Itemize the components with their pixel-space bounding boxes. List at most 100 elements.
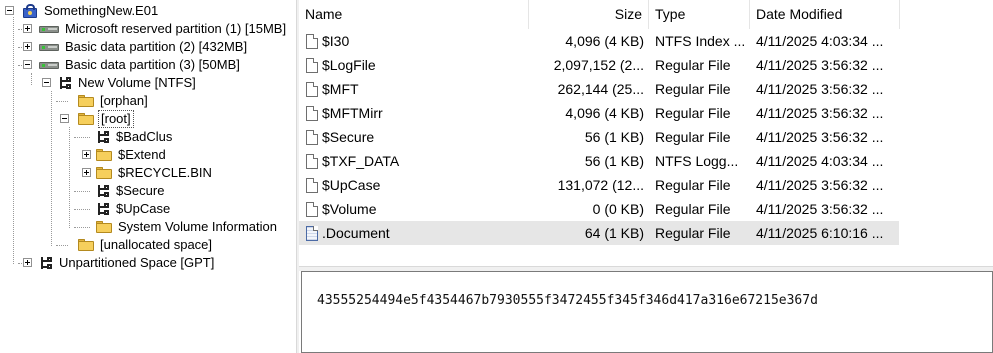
tree-guide-line bbox=[13, 17, 14, 264]
tree-item-partition-1[interactable]: Microsoft reserved partition (1) [15MB] bbox=[39, 20, 288, 38]
stream-tree-icon bbox=[96, 130, 110, 144]
file-row[interactable]: $MFTMirr 4,096 (4 KB) Regular File 4/11/… bbox=[299, 101, 899, 125]
tree-guide-line bbox=[74, 227, 90, 228]
tree-item-label: Microsoft reserved partition (1) [15MB] bbox=[65, 21, 287, 36]
drive-icon bbox=[39, 25, 59, 34]
file-icon bbox=[306, 154, 318, 169]
file-size: 4,096 (4 KB) bbox=[565, 105, 644, 121]
file-date-modified: 4/11/2025 4:03:34 ... bbox=[756, 33, 884, 49]
tree-item-label: $UpCase bbox=[116, 201, 171, 216]
expand-toggle-icon[interactable] bbox=[23, 24, 32, 33]
tree-guide-line bbox=[74, 209, 90, 210]
stream-tree-icon bbox=[96, 184, 110, 198]
folder-icon bbox=[96, 167, 112, 179]
file-row[interactable]: $Volume 0 (0 KB) Regular File 4/11/2025 … bbox=[299, 197, 899, 221]
tree-item-label: [orphan] bbox=[100, 93, 148, 108]
folder-icon bbox=[78, 95, 94, 107]
tree-item-recycle-bin[interactable]: $RECYCLE.BIN bbox=[96, 164, 214, 182]
tree-item-label: [unallocated space] bbox=[100, 237, 213, 252]
file-row[interactable]: $MFT 262,144 (25... Regular File 4/11/20… bbox=[299, 77, 899, 101]
file-icon bbox=[306, 106, 318, 121]
file-row[interactable]: $I30 4,096 (4 KB) NTFS Index ... 4/11/20… bbox=[299, 29, 899, 53]
tree-item-label: $Extend bbox=[118, 147, 166, 162]
file-date-modified: 4/11/2025 4:03:34 ... bbox=[756, 153, 884, 169]
tree-item-unallocated-space[interactable]: [unallocated space] bbox=[78, 236, 214, 254]
tree-item-unpartitioned-space[interactable]: Unpartitioned Space [GPT] bbox=[39, 254, 216, 272]
column-header-size[interactable]: Size bbox=[529, 0, 649, 29]
folder-icon bbox=[96, 149, 112, 161]
expand-toggle-icon[interactable] bbox=[82, 168, 91, 177]
folder-icon bbox=[96, 221, 112, 233]
file-size: 56 (1 KB) bbox=[584, 153, 644, 169]
file-row[interactable]: $LogFile 2,097,152 (2... Regular File 4/… bbox=[299, 53, 899, 77]
tree-item-label: SomethingNew.E01 bbox=[44, 3, 159, 18]
content-viewer[interactable]: 43555254494e5f4354467b7930555f3472455f34… bbox=[301, 271, 993, 353]
file-type: Regular File bbox=[655, 129, 731, 145]
tree-item-volume[interactable]: New Volume [NTFS] bbox=[58, 74, 198, 92]
file-type: Regular File bbox=[655, 81, 731, 97]
file-type: Regular File bbox=[655, 57, 731, 73]
file-size: 0 (0 KB) bbox=[592, 201, 644, 217]
file-list[interactable]: Name Size Type Date Modified $I30 4,096 … bbox=[299, 0, 993, 266]
column-header-name[interactable]: Name bbox=[299, 0, 529, 29]
file-size: 2,097,152 (2... bbox=[553, 57, 644, 73]
tree-item-system-volume-information[interactable]: System Volume Information bbox=[96, 218, 279, 236]
tree-guide-line bbox=[56, 101, 68, 102]
collapse-toggle-icon[interactable] bbox=[60, 114, 69, 123]
open-folder-icon bbox=[78, 113, 94, 125]
file-row-selected[interactable]: .Document 64 (1 KB) Regular File 4/11/20… bbox=[299, 221, 899, 245]
file-size: 262,144 (25... bbox=[557, 81, 644, 97]
drive-icon bbox=[39, 43, 59, 52]
tree-guide-line bbox=[69, 127, 70, 228]
file-date-modified: 4/11/2025 3:56:32 ... bbox=[756, 201, 884, 217]
tree-item-label: Unpartitioned Space [GPT] bbox=[59, 255, 215, 270]
file-icon bbox=[306, 202, 318, 217]
file-type: Regular File bbox=[655, 105, 731, 121]
tree-guide-line bbox=[51, 91, 52, 246]
file-size: 4,096 (4 KB) bbox=[565, 33, 644, 49]
expand-toggle-icon[interactable] bbox=[23, 42, 32, 51]
file-row[interactable]: $Secure 56 (1 KB) Regular File 4/11/2025… bbox=[299, 125, 899, 149]
file-type: Regular File bbox=[655, 177, 731, 193]
column-header-date-modified[interactable]: Date Modified bbox=[750, 0, 900, 29]
file-icon bbox=[306, 178, 318, 193]
tree-item-badclus[interactable]: $BadClus bbox=[96, 128, 174, 146]
tree-item-secure[interactable]: $Secure bbox=[96, 182, 166, 200]
tree-item-partition-3[interactable]: Basic data partition (3) [50MB] bbox=[39, 56, 242, 74]
folder-icon bbox=[78, 239, 94, 251]
tree-item-label: System Volume Information bbox=[118, 219, 277, 234]
collapse-toggle-icon[interactable] bbox=[42, 78, 51, 87]
file-type: Regular File bbox=[655, 201, 731, 217]
tree-item-orphan[interactable]: [orphan] bbox=[78, 92, 150, 110]
file-icon bbox=[306, 34, 318, 49]
collapse-toggle-icon[interactable] bbox=[23, 60, 32, 69]
file-row[interactable]: $UpCase 131,072 (12... Regular File 4/11… bbox=[299, 173, 899, 197]
evidence-tree[interactable]: SomethingNew.E01 Microsoft reserved part… bbox=[0, 0, 296, 353]
drive-icon bbox=[39, 61, 59, 70]
content-text: 43555254494e5f4354467b7930555f3472455f34… bbox=[317, 293, 818, 308]
stream-tree-icon bbox=[39, 256, 53, 270]
file-date-modified: 4/11/2025 6:10:16 ... bbox=[756, 225, 884, 241]
file-size: 131,072 (12... bbox=[557, 177, 644, 193]
tree-item-extend[interactable]: $Extend bbox=[96, 146, 168, 164]
tree-item-label: [root] bbox=[98, 110, 134, 128]
volume-tree-icon bbox=[58, 76, 72, 90]
column-header-type[interactable]: Type bbox=[649, 0, 750, 29]
tree-item-partition-2[interactable]: Basic data partition (2) [432MB] bbox=[39, 38, 249, 56]
tree-item-label: $BadClus bbox=[116, 129, 173, 144]
tree-item-root[interactable]: [root] bbox=[78, 110, 134, 128]
tree-guide-line bbox=[74, 137, 90, 138]
file-size: 64 (1 KB) bbox=[584, 225, 644, 241]
file-row[interactable]: $TXF_DATA 56 (1 KB) NTFS Logg... 4/11/20… bbox=[299, 149, 899, 173]
file-icon bbox=[306, 82, 318, 97]
expand-toggle-icon[interactable] bbox=[82, 150, 91, 159]
tree-item-upcase[interactable]: $UpCase bbox=[96, 200, 172, 218]
tree-item-evidence-root[interactable]: SomethingNew.E01 bbox=[22, 2, 160, 20]
file-date-modified: 4/11/2025 3:56:32 ... bbox=[756, 105, 884, 121]
file-type: Regular File bbox=[655, 225, 731, 241]
collapse-toggle-icon[interactable] bbox=[5, 6, 14, 15]
file-date-modified: 4/11/2025 3:56:32 ... bbox=[756, 177, 884, 193]
file-size: 56 (1 KB) bbox=[584, 129, 644, 145]
expand-toggle-icon[interactable] bbox=[23, 258, 32, 267]
tree-item-label: $RECYCLE.BIN bbox=[118, 165, 212, 180]
